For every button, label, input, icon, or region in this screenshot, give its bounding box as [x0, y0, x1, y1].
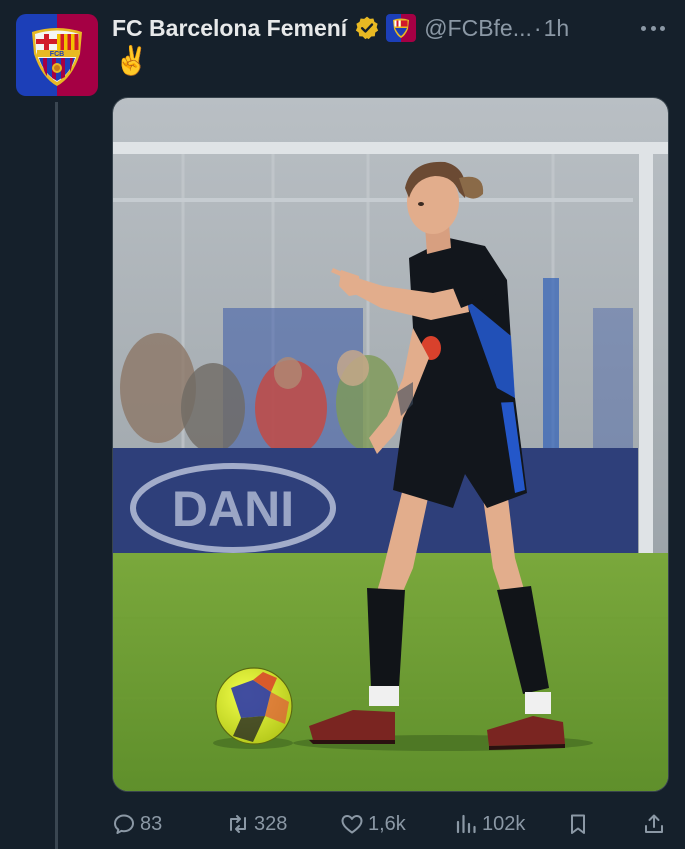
separator: ·	[533, 14, 542, 41]
tweet-actions: 83 328 1,6k 102k	[112, 806, 669, 842]
affiliate-badge-icon[interactable]	[386, 14, 417, 42]
verified-badge-icon[interactable]	[354, 15, 380, 41]
bookmark-icon	[571, 814, 585, 834]
share-icon	[645, 814, 663, 833]
fcb-crest-icon: FCB	[16, 14, 98, 96]
like-icon	[341, 815, 363, 834]
bookmark-button[interactable]	[566, 806, 594, 842]
views-icon	[456, 814, 476, 834]
share-button[interactable]	[642, 806, 670, 842]
retweet-count: 328	[254, 812, 288, 835]
retweet-button[interactable]: 328	[226, 806, 287, 842]
display-name[interactable]: FC Barcelona Femení	[112, 15, 347, 42]
thread-line	[55, 102, 58, 849]
like-button[interactable]: 1,6k	[340, 806, 406, 842]
like-count: 1,6k	[368, 812, 406, 835]
reply-icon	[114, 814, 134, 834]
football	[215, 667, 293, 745]
tweet-media-photo[interactable]: DANI	[112, 97, 669, 792]
views-button[interactable]: 102k	[454, 806, 525, 842]
svg-text:FCB: FCB	[50, 51, 64, 58]
tweet-text: ✌️	[114, 45, 149, 76]
views-count: 102k	[482, 812, 526, 835]
retweet-icon	[230, 815, 246, 833]
handle[interactable]: @FCBfe...	[424, 15, 532, 42]
more-icon[interactable]	[637, 16, 669, 40]
avatar[interactable]: FCB	[16, 14, 98, 96]
reply-button[interactable]: 83	[112, 806, 162, 842]
tweet[interactable]: FCB FC Barcelona Femení @FCBfe... · 1h ✌…	[0, 0, 685, 849]
reply-count: 83	[140, 812, 163, 835]
timestamp[interactable]: 1h	[544, 15, 570, 42]
tweet-header: FC Barcelona Femení @FCBfe... · 1h	[112, 10, 669, 46]
